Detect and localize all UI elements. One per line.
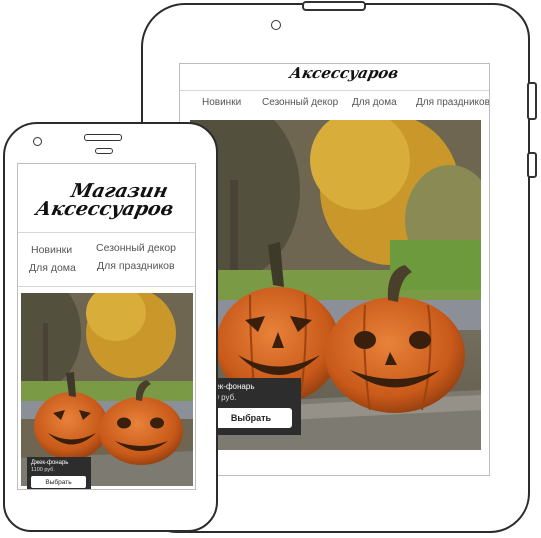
phone-product-name: Джек-фонарь [31,460,69,466]
phone-sensor [95,148,113,154]
phone-choose-button[interactable]: Выбрать [31,476,86,488]
tablet-choose-button[interactable]: Выбрать [210,408,292,428]
phone-nav-holidays[interactable]: Для праздников [97,260,175,272]
tablet-store-logo: Аксессуаров [288,64,401,82]
phone-product-price: 1100 руб. [31,467,55,473]
phone-product-card: Джек-фонарь 1100 руб. Выбрать [27,457,91,489]
phone-logo-line2: Аксессуаров [33,198,176,220]
phone-camera-icon [33,137,42,146]
phone-nav-new[interactable]: Новинки [31,244,72,256]
tablet-screen: Аксессуаров Новинки Сезонный декор Для д… [179,63,490,476]
phone-speaker [84,134,122,141]
tablet-camera-icon [271,20,281,30]
tablet-nav-new[interactable]: Новинки [202,97,241,108]
tablet-header-divider [180,90,489,91]
tablet-product-card: жек-фонарь 00 руб. Выбрать [204,378,301,435]
tablet-volume-down-button [527,152,537,178]
phone-store-logo: Магазин Аксессуаров [33,180,179,220]
tablet-nav-seasonal[interactable]: Сезонный декор [262,97,338,108]
tablet-volume-up-button [527,82,537,120]
phone-screen: Магазин Аксессуаров Новинки Сезонный дек… [17,163,196,490]
phone-nav-divider [18,286,195,287]
tablet-power-button [302,1,366,11]
phone-header-divider [18,232,195,233]
tablet-nav-holidays[interactable]: Для праздников [416,97,489,108]
phone-nav-seasonal[interactable]: Сезонный декор [96,242,176,254]
phone-nav-home[interactable]: Для дома [29,262,76,274]
tablet-nav-home[interactable]: Для дома [352,97,397,108]
